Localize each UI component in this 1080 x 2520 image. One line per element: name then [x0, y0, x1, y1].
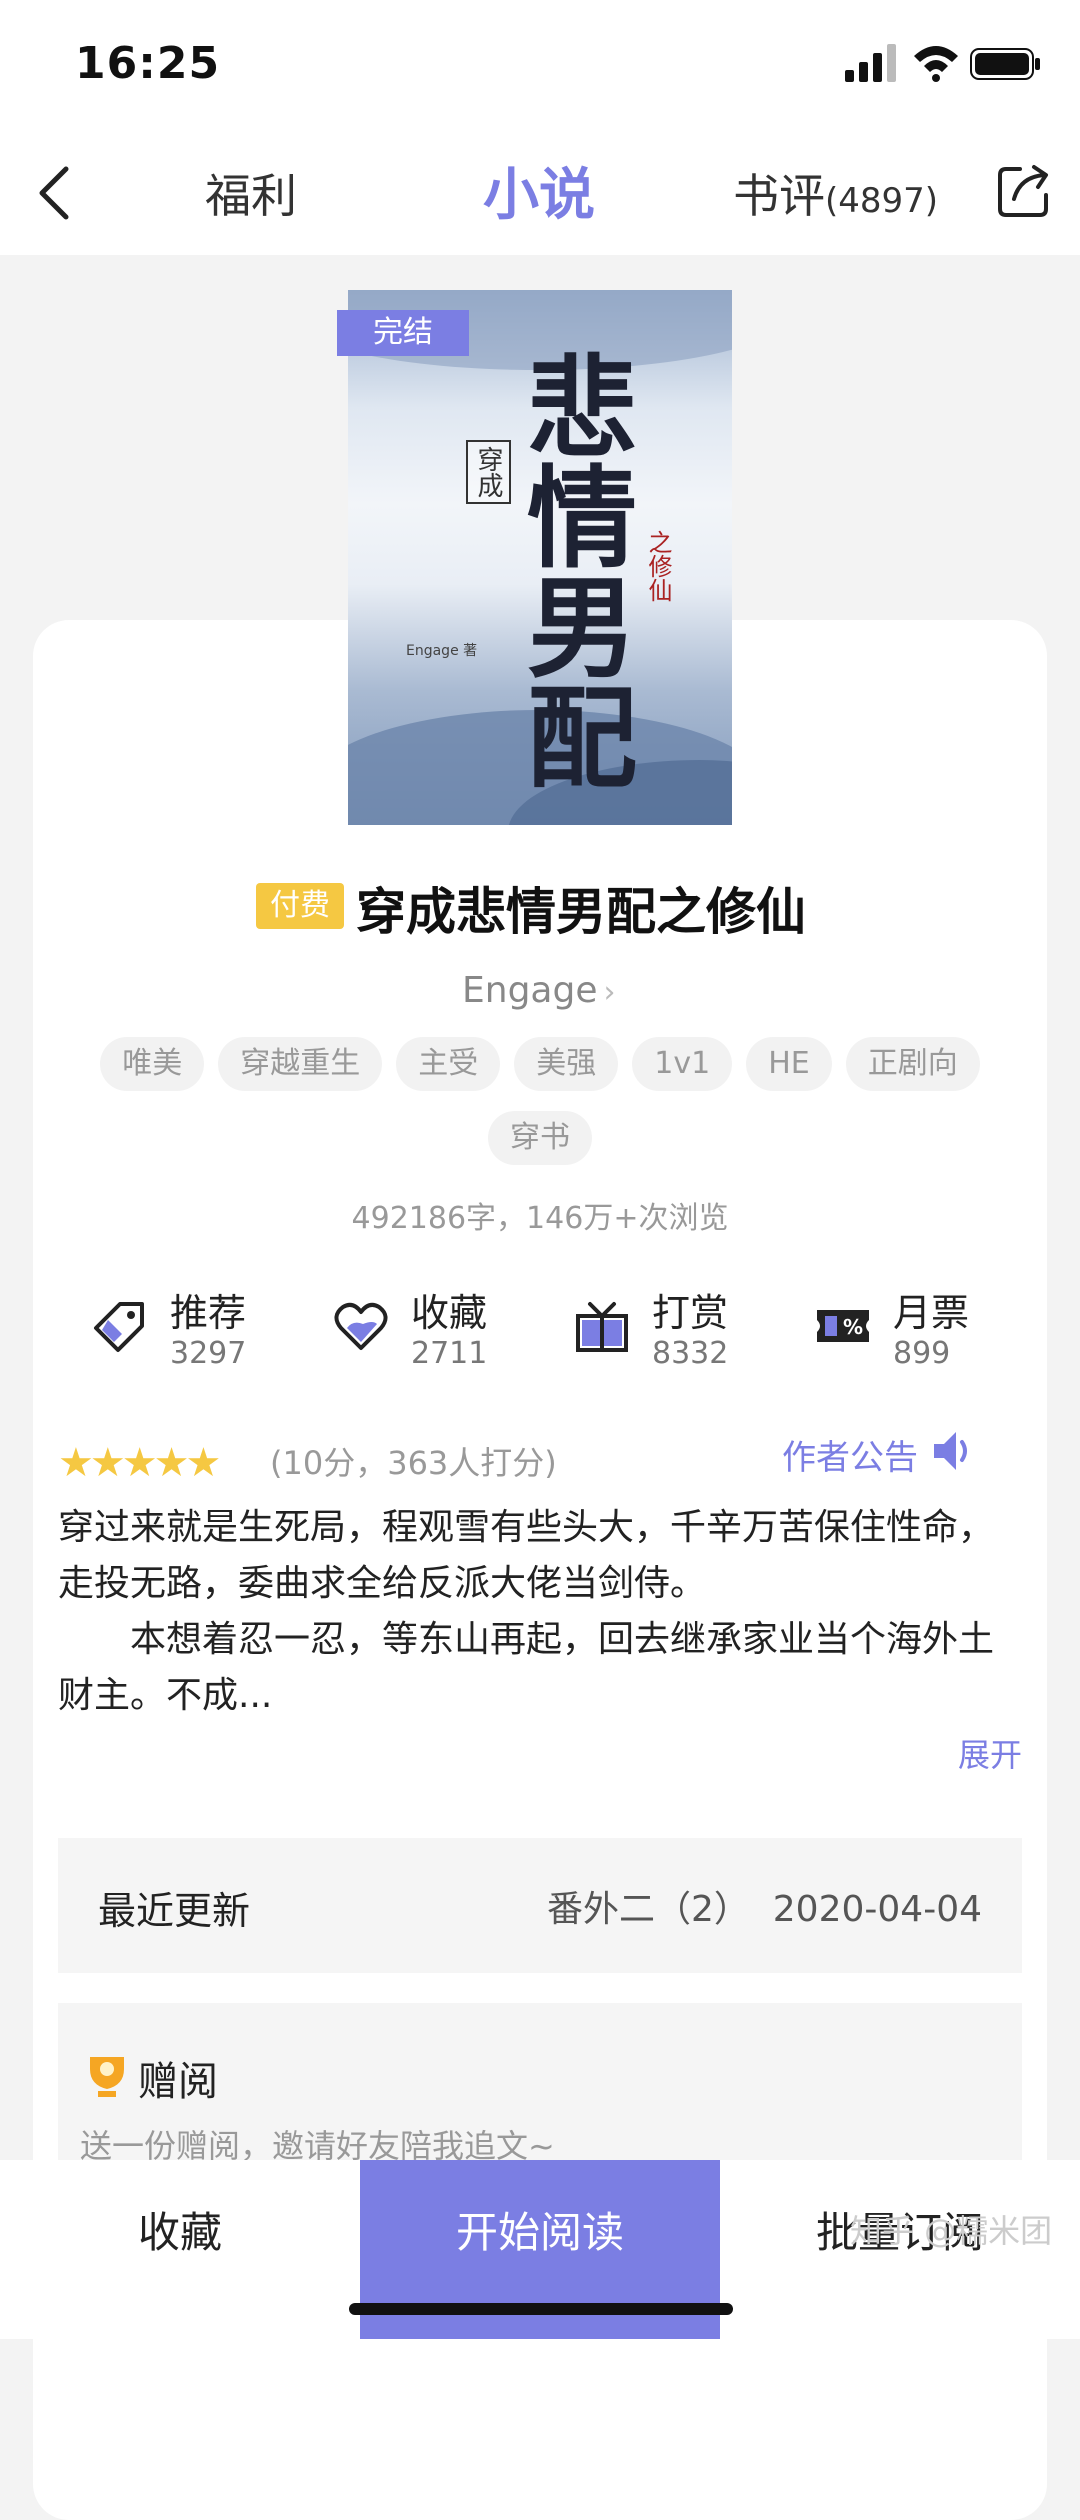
chevron-right-icon: ›: [603, 975, 616, 1010]
tab-review-label: 书评: [733, 169, 825, 223]
book-cover[interactable]: 穿成 悲情男配 之修仙 Engage 著: [348, 290, 732, 825]
recommend-label: 推荐: [170, 1291, 247, 1335]
reward-label: 打赏: [652, 1291, 729, 1335]
completed-badge: 完结: [337, 310, 469, 356]
tab-book-review[interactable]: 书评(4897): [733, 160, 938, 226]
tag-chip[interactable]: 美强: [514, 1037, 619, 1091]
rating-stars: ★★★★★: [58, 1440, 221, 1486]
book-stats: 492186字，146万+次浏览: [351, 1201, 729, 1236]
tag-chip[interactable]: 唯美: [100, 1037, 205, 1091]
cover-subtitle: 之修仙: [644, 530, 672, 602]
recommend-count: 3297: [170, 1336, 247, 1371]
tag-chip[interactable]: 正剧向: [845, 1037, 980, 1091]
cover-author: Engage 著: [406, 643, 478, 659]
recent-update-date: 2020-04-04: [772, 1889, 982, 1930]
monthly-ticket-count: 899: [893, 1336, 951, 1371]
recent-update-label: 最近更新: [98, 1889, 251, 1933]
description-paragraph: 穿过来就是生死局，程观雪有些头大，千辛万苦保住性命，走投无路，委曲求全给反派大佬…: [58, 1507, 995, 1604]
gift-reading-title: 赠阅: [138, 2059, 218, 2105]
monthly-ticket-label: 月票: [893, 1291, 970, 1335]
trophy-icon: [90, 2057, 124, 2097]
collect-button[interactable]: 收藏: [0, 2160, 360, 2305]
gift-icon: [576, 1302, 628, 1352]
recent-update-info: 番外二（2） 2020-04-04: [547, 1880, 982, 1932]
tag-chip[interactable]: 1v1: [632, 1037, 733, 1091]
tag-chip[interactable]: HE: [746, 1037, 832, 1091]
reward-button[interactable]: 打赏 8332: [574, 1280, 774, 1380]
home-indicator[interactable]: [349, 2303, 733, 2315]
battery-icon: [970, 48, 1040, 80]
tag-icon: [94, 1302, 144, 1352]
back-arrow-icon[interactable]: [34, 163, 74, 223]
tag-row-1: 唯美 穿越重生 主受 美强 1v1 HE 正剧向: [0, 1037, 1080, 1091]
book-description: 穿过来就是生死局，程观雪有些头大，千辛万苦保住性命，走投无路，委曲求全给反派大佬…: [58, 1500, 1018, 1724]
tag-chip[interactable]: 穿越重生: [218, 1037, 383, 1091]
watermark: 知乎 @糯米团: [850, 2212, 1053, 2250]
svg-text:%: %: [843, 1315, 863, 1339]
heart-icon: [334, 1302, 388, 1350]
cover-genre-tag: 穿成: [466, 440, 511, 504]
signal-icon: [845, 44, 896, 82]
author-link[interactable]: Engage ›: [462, 970, 615, 1011]
author-notice-link[interactable]: 作者公告: [782, 1430, 918, 1479]
favorite-label: 收藏: [411, 1291, 488, 1335]
tab-review-count: (4897): [825, 181, 939, 221]
recent-update-row[interactable]: 最近更新 番外二（2） 2020-04-04: [58, 1838, 1022, 1973]
speaker-icon[interactable]: [930, 1428, 976, 1474]
cover-title-art: 悲情男配: [508, 350, 637, 790]
author-name: Engage: [462, 970, 598, 1011]
status-time: 16:25: [75, 38, 221, 89]
tag-chip[interactable]: 主受: [396, 1037, 501, 1091]
tab-novel[interactable]: 小说: [483, 150, 595, 231]
paid-badge: 付费: [256, 883, 344, 929]
rating-score: (10分，363人打分): [270, 1444, 557, 1482]
favorite-count: 2711: [411, 1336, 488, 1371]
ticket-icon: %: [817, 1310, 869, 1342]
expand-button[interactable]: 展开: [958, 1730, 1022, 1776]
monthly-ticket-button[interactable]: % 月票 899: [815, 1280, 1015, 1380]
description-paragraph: 本想着忍一忍，等东山再起，回去继承家业当个海外土财主。不成...: [58, 1619, 995, 1716]
tag-chip[interactable]: 穿书: [488, 1111, 592, 1165]
share-icon[interactable]: [996, 163, 1052, 219]
tab-welfare[interactable]: 福利: [205, 160, 297, 226]
reward-count: 8332: [652, 1336, 729, 1371]
recent-update-chapter: 番外二（2）: [546, 1889, 750, 1930]
book-title: 穿成悲情男配之修仙: [356, 883, 806, 941]
recommend-button[interactable]: 推荐 3297: [92, 1280, 292, 1380]
tag-row-2: 穿书: [0, 1111, 1080, 1165]
wifi-icon: [914, 46, 958, 82]
favorite-button[interactable]: 收藏 2711: [333, 1280, 533, 1380]
